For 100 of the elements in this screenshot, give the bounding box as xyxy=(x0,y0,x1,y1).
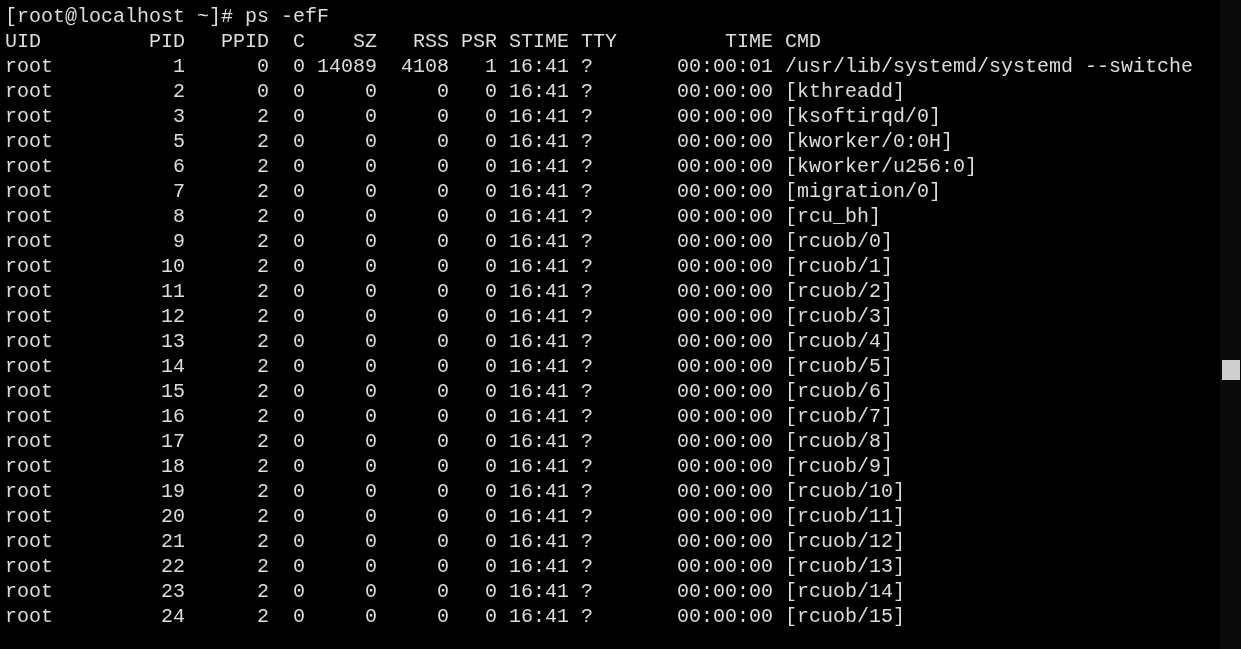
table-cell: 0 xyxy=(293,405,305,428)
table-cell: 00:00:00 xyxy=(677,155,774,178)
table-cell: 0 xyxy=(485,130,497,153)
table-cell: root xyxy=(5,430,53,453)
table-cell: 2 xyxy=(257,505,269,528)
table-cell: 0 xyxy=(485,205,497,228)
table-cell: 0 xyxy=(365,330,377,353)
table-cell: 7 xyxy=(173,180,185,203)
table-cell: ? xyxy=(581,355,594,378)
table-cell: 17 xyxy=(161,430,185,453)
table-cell: ? xyxy=(581,255,594,278)
table-cell: 0 xyxy=(437,255,449,278)
table-cell: 0 xyxy=(365,455,377,478)
table-cell: 24 xyxy=(161,605,185,628)
table-cell: 00:00:00 xyxy=(677,180,774,203)
table-cell: 16:41 xyxy=(509,155,570,178)
table-cell: 6 xyxy=(173,155,185,178)
table-cell: 0 xyxy=(437,105,449,128)
table-cell: 2 xyxy=(257,605,269,628)
table-cell: 16:41 xyxy=(509,130,570,153)
table-cell: 2 xyxy=(257,430,269,453)
table-cell: 0 xyxy=(365,155,377,178)
table-cell: [rcuob/12] xyxy=(785,530,906,553)
table-cell: 2 xyxy=(257,280,269,303)
table-cell: root xyxy=(5,230,53,253)
table-cell: 0 xyxy=(437,230,449,253)
table-cell: [rcuob/5] xyxy=(785,355,894,378)
table-cell: 0 xyxy=(293,530,305,553)
table-cell: ? xyxy=(581,455,594,478)
table-cell: 0 xyxy=(485,580,497,603)
table-cell: root xyxy=(5,505,53,528)
table-cell: 0 xyxy=(257,55,269,78)
table-cell: [rcuob/3] xyxy=(785,305,894,328)
column-header: PID xyxy=(149,30,185,53)
table-cell: ? xyxy=(581,80,594,103)
table-cell: 0 xyxy=(437,380,449,403)
table-cell: 00:00:00 xyxy=(677,255,774,278)
table-cell: ? xyxy=(581,605,594,628)
table-cell: 16:41 xyxy=(509,605,570,628)
table-cell: ? xyxy=(581,380,594,403)
table-cell: [rcuob/7] xyxy=(785,405,894,428)
column-header: TIME xyxy=(725,30,774,53)
table-cell: 2 xyxy=(257,230,269,253)
table-cell: 0 xyxy=(293,80,305,103)
table-cell: root xyxy=(5,105,53,128)
table-cell: ? xyxy=(581,205,594,228)
table-cell: 0 xyxy=(365,605,377,628)
table-cell: 16:41 xyxy=(509,330,570,353)
table-cell: 0 xyxy=(365,355,377,378)
table-cell: 0 xyxy=(293,355,305,378)
table-cell: 0 xyxy=(293,580,305,603)
table-cell: 0 xyxy=(485,380,497,403)
table-cell: root xyxy=(5,305,53,328)
table-cell: 2 xyxy=(257,180,269,203)
table-cell: 0 xyxy=(485,605,497,628)
table-cell: 0 xyxy=(485,530,497,553)
table-cell: 0 xyxy=(293,605,305,628)
table-cell: [kworker/u256:0] xyxy=(785,155,978,178)
table-cell: 9 xyxy=(173,230,185,253)
table-cell: 11 xyxy=(161,280,185,303)
table-cell: root xyxy=(5,580,53,603)
table-cell: 00:00:01 xyxy=(677,55,774,78)
table-cell: 0 xyxy=(293,230,305,253)
table-cell: 0 xyxy=(293,130,305,153)
table-cell: 0 xyxy=(485,155,497,178)
table-cell: ? xyxy=(581,580,594,603)
table-cell: 16:41 xyxy=(509,380,570,403)
table-cell: 0 xyxy=(365,530,377,553)
table-cell: 0 xyxy=(365,205,377,228)
table-cell: 16:41 xyxy=(509,280,570,303)
table-cell: 2 xyxy=(257,580,269,603)
table-cell: 00:00:00 xyxy=(677,430,774,453)
table-cell: 2 xyxy=(257,555,269,578)
table-cell: 5 xyxy=(173,130,185,153)
table-cell: root xyxy=(5,280,53,303)
table-cell: 0 xyxy=(365,430,377,453)
table-cell: 16:41 xyxy=(509,455,570,478)
table-cell: [rcuob/10] xyxy=(785,480,906,503)
table-cell: 2 xyxy=(257,205,269,228)
table-cell: 16:41 xyxy=(509,505,570,528)
table-cell: 16:41 xyxy=(509,430,570,453)
table-cell: 2 xyxy=(257,255,269,278)
table-cell: 0 xyxy=(365,130,377,153)
scrollbar[interactable] xyxy=(1220,0,1241,649)
column-header: C xyxy=(293,30,305,53)
table-cell: 00:00:00 xyxy=(677,605,774,628)
table-cell: 2 xyxy=(257,480,269,503)
table-cell: ? xyxy=(581,105,594,128)
table-cell: 15 xyxy=(161,380,185,403)
table-cell: 23 xyxy=(161,580,185,603)
table-cell: [rcuob/14] xyxy=(785,580,906,603)
scrollbar-thumb[interactable] xyxy=(1222,360,1240,380)
table-cell: 0 xyxy=(365,230,377,253)
table-cell: 00:00:00 xyxy=(677,480,774,503)
table-cell: 00:00:00 xyxy=(677,455,774,478)
table-cell: 0 xyxy=(437,205,449,228)
table-cell: 00:00:00 xyxy=(677,355,774,378)
table-cell: 16:41 xyxy=(509,530,570,553)
table-cell: 0 xyxy=(293,480,305,503)
table-cell: 0 xyxy=(437,80,449,103)
